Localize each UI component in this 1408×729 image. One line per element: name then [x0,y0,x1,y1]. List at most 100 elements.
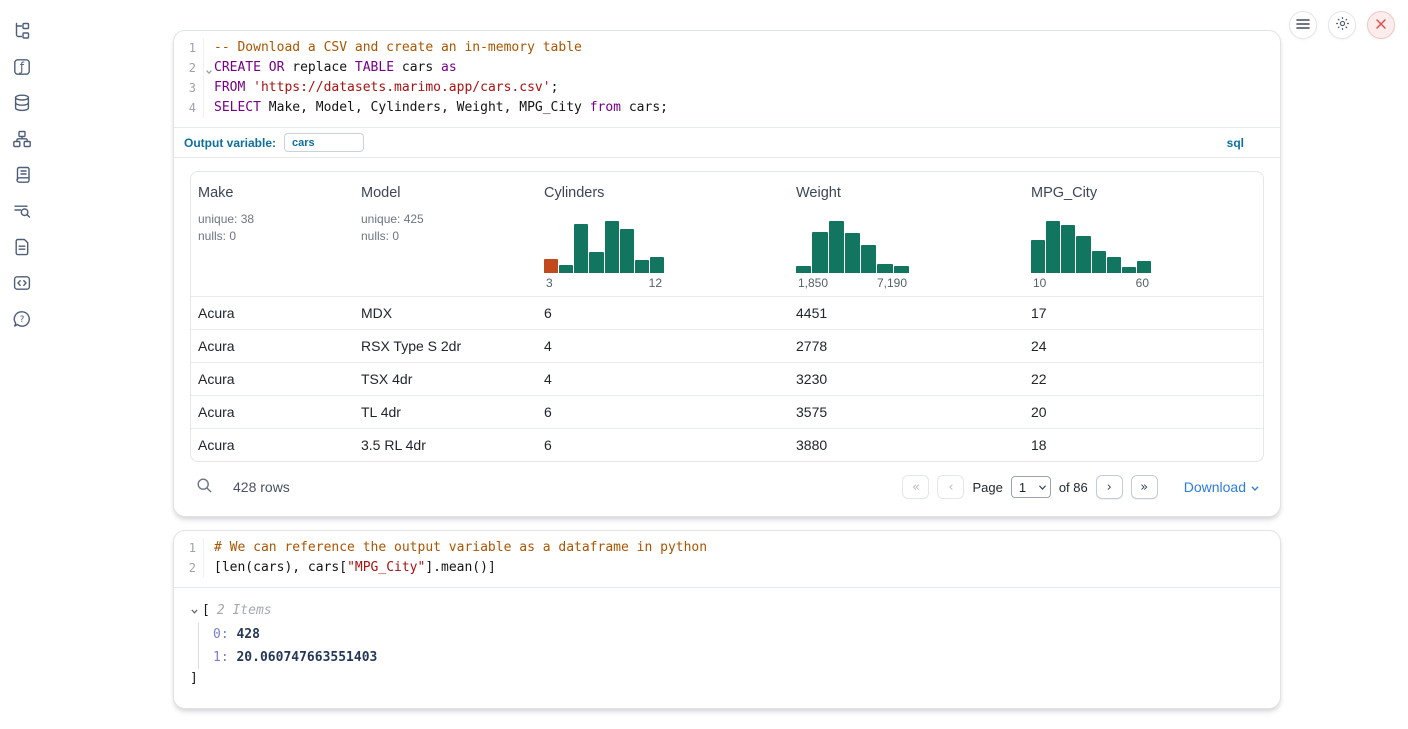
table-cell: TL 4dr [354,404,537,420]
next-page-button[interactable]: › [1096,475,1123,499]
sidebar-item-logs[interactable] [11,202,33,222]
histogram-weight[interactable]: 1,8507,190 [796,221,909,290]
output-variable-input[interactable] [284,133,364,152]
documentation-icon [12,237,32,260]
histogram-bars [796,221,909,273]
svg-text:ƒ: ƒ [19,60,25,74]
table-cell: 6 [537,437,789,453]
python-code-lines: 1# We can reference the output variable … [174,538,1280,578]
dependency-graph-icon [12,129,32,152]
table-cell: MDX [354,305,537,321]
tree-entry: 0: 428 [213,623,1264,646]
table-row[interactable]: AcuraRSX Type S 2dr4277824 [191,329,1263,362]
code-text: -- Download a CSV and create an in-memor… [204,38,582,58]
line-number: 2 [174,58,204,78]
search-button[interactable] [196,477,213,497]
histogram-bar [796,266,811,273]
tree-entry: 1: 20.060747663551403 [213,646,1264,669]
table-row[interactable]: AcuraTL 4dr6357520 [191,395,1263,428]
sidebar-item-scratchpad[interactable] [11,166,33,186]
histogram-bar [1137,261,1151,273]
previous-page-button[interactable]: ‹ [937,475,964,499]
sidebar-item-file-tree[interactable] [11,22,33,42]
sidebar-item-datasources[interactable] [11,94,33,114]
settings-button[interactable] [1328,11,1356,39]
table-row[interactable]: AcuraMDX6445117 [191,296,1263,329]
column-name: Make [198,185,354,201]
variables-icon: ƒ [12,57,32,80]
column-stats: unique: 38nulls: 0 [198,211,354,245]
column-name: Cylinders [544,185,789,201]
table-cell: 24 [1024,338,1263,354]
histogram-bar [829,221,844,273]
code-text: # We can reference the output variable a… [204,538,707,558]
scratchpad-icon [12,165,32,188]
chevron-left-icon: ‹ [948,480,953,495]
page-select[interactable]: 1 [1011,476,1051,498]
histogram-bars [544,221,664,273]
table-cell: 4 [537,338,789,354]
column-header-cylinders[interactable]: Cylinders 312 [537,172,789,296]
sidebar-item-help[interactable]: ? [11,310,33,330]
table-cell: 17 [1024,305,1263,321]
code-text: CREATE OR replace TABLE cars as [204,58,457,78]
histogram-bar [877,264,892,273]
python-code-editor[interactable]: 1# We can reference the output variable … [174,531,1280,587]
download-button[interactable]: Download [1184,479,1260,495]
menu-button[interactable] [1289,11,1317,39]
histogram-mpg_city[interactable]: 1060 [1031,221,1151,290]
page-of-label: of 86 [1059,480,1088,495]
histogram-bar [861,245,876,273]
table-cell: RSX Type S 2dr [354,338,537,354]
histogram-bars [1031,221,1151,273]
table-body: AcuraMDX6445117AcuraRSX Type S 2dr427782… [191,296,1263,461]
sql-code-editor[interactable]: 1-- Download a CSV and create an in-memo… [174,31,1280,127]
table-cell: 18 [1024,437,1263,453]
table-cell: 4 [537,371,789,387]
topbar [1289,11,1395,39]
code-text: SELECT Make, Model, Cylinders, Weight, M… [204,98,668,118]
column-header-make[interactable]: Make unique: 38nulls: 0 [191,172,354,296]
last-page-button[interactable]: » [1131,475,1158,499]
tree-collapse-chevron-icon[interactable] [190,607,199,616]
code-line: 2[len(cars), cars["MPG_City"].mean()] [174,558,1280,578]
histogram-bar [1092,251,1106,273]
histogram-axis-labels: 1,8507,190 [796,276,909,290]
column-header-model[interactable]: Modelunique: 425nulls: 0 [354,172,537,296]
table-row[interactable]: AcuraTSX 4dr4323022 [191,362,1263,395]
sidebar-item-documentation[interactable] [11,238,33,258]
sidebar-item-snippets[interactable] [11,274,33,294]
tree-open-bracket: [ [202,601,210,621]
data-table: Make unique: 38nulls: 0Modelunique: 425nu… [190,171,1264,462]
tree-entry-value: 20.060747663551403 [236,650,377,665]
histogram-bar [605,221,619,273]
search-icon [196,477,213,497]
fold-chevron-icon[interactable] [205,62,213,82]
histogram-cylinders[interactable]: 312 [544,221,664,290]
histogram-bar [574,224,588,273]
line-number: 1 [174,538,204,558]
code-line: 2CREATE OR replace TABLE cars as [174,58,1280,78]
tree-entry-key: 1: [213,650,236,665]
histogram-bar [845,233,860,273]
table-cell: 20 [1024,404,1263,420]
code-text: FROM 'https://datasets.marimo.app/cars.c… [204,78,558,98]
table-cell: Acura [191,338,354,354]
histogram-bar [1031,240,1045,273]
notebook: 1 -- Download a CSV and create an in-memo… [173,30,1281,709]
close-button[interactable] [1367,11,1395,39]
column-header-mpg_city[interactable]: MPG_City1060 [1024,172,1263,296]
svg-text:?: ? [20,315,25,325]
output-variable-row: Output variable: sql [174,128,1280,157]
sidebar-item-variables[interactable]: ƒ [11,58,33,78]
table-cell: 6 [537,305,789,321]
table-row[interactable]: Acura3.5 RL 4dr6388018 [191,428,1263,461]
code-line: 1# We can reference the output variable … [174,538,1280,558]
first-page-button[interactable]: « [902,475,929,499]
column-header-weight[interactable]: Weight1,8507,190 [789,172,1024,296]
histogram-bar [620,229,634,273]
sidebar-item-dependency-graph[interactable] [11,130,33,150]
histogram-bar [559,265,573,273]
output-variable-label: Output variable: [184,136,276,150]
histogram-axis-labels: 1060 [1031,276,1151,290]
